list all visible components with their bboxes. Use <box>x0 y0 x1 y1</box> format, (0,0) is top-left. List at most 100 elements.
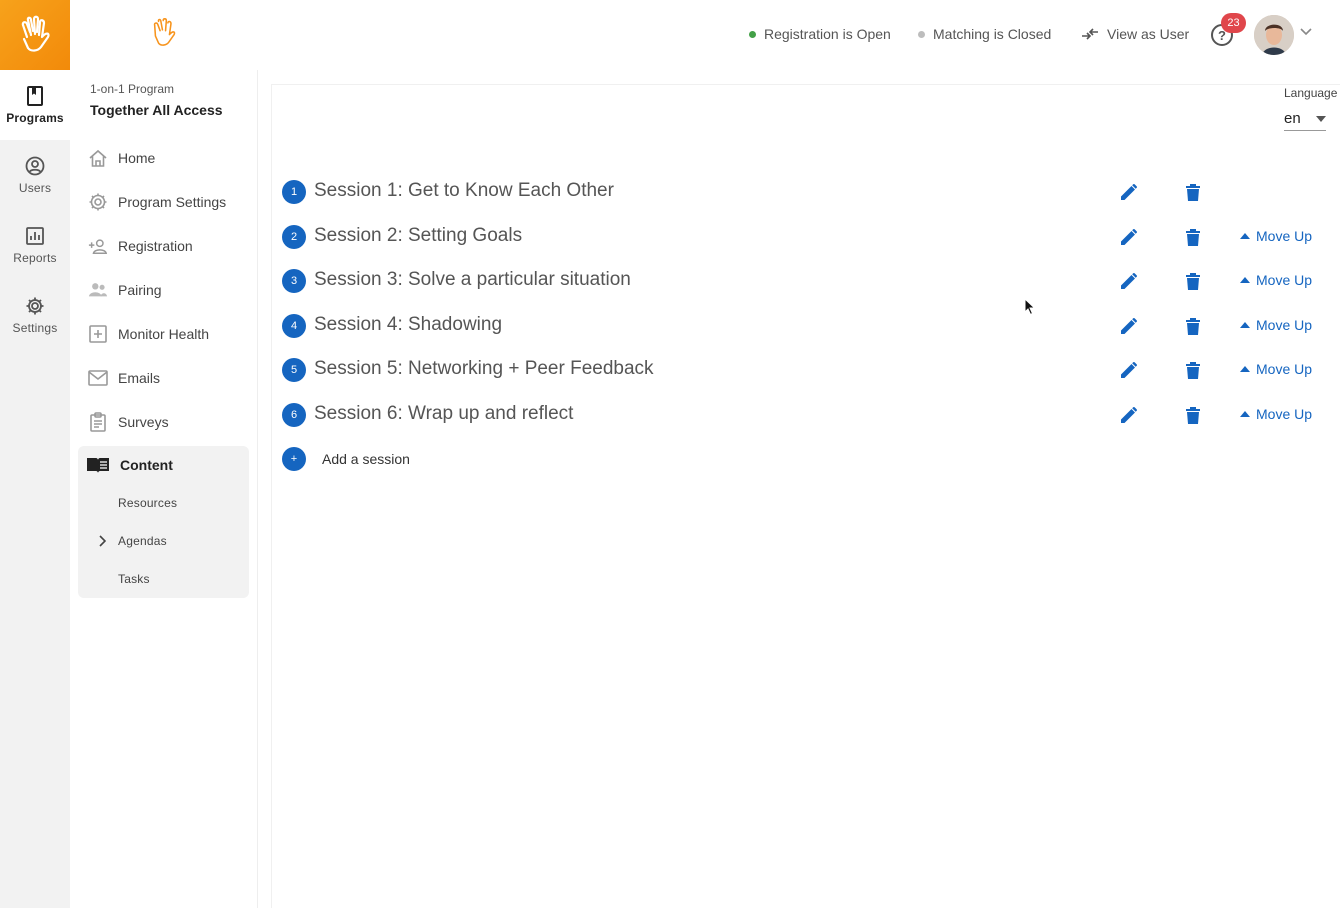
caret-up-icon <box>1240 366 1250 372</box>
move-up-label: Move Up <box>1256 406 1313 422</box>
trash-icon <box>1186 361 1200 379</box>
delete-session-button[interactable] <box>1182 315 1204 337</box>
clipboard-icon <box>90 412 106 432</box>
rail-item-label: Users <box>18 180 52 195</box>
sidebar-item-registration[interactable]: Registration <box>88 234 193 258</box>
caret-up-icon <box>1240 233 1250 239</box>
session-title[interactable]: Session 5: Networking + Peer Feedback <box>314 358 654 380</box>
open-book-icon <box>87 458 109 473</box>
gear-icon <box>26 297 44 314</box>
sidebar-item-content[interactable]: Content <box>86 456 173 474</box>
rail-item-users[interactable]: Users <box>0 140 70 210</box>
sidebar-subitem-tasks[interactable]: Tasks <box>118 572 150 586</box>
session-title[interactable]: Session 1: Get to Know Each Other <box>314 180 614 202</box>
session-row: 5 Session 5: Networking + Peer Feedback … <box>282 357 1322 383</box>
trash-icon <box>1186 228 1200 246</box>
edit-session-button[interactable] <box>1118 315 1140 337</box>
waving-hand-icon <box>21 15 50 52</box>
content-group: Content Resources Agendas Tasks <box>78 446 249 598</box>
add-session-button[interactable]: + Add a session <box>282 447 410 471</box>
language-select[interactable]: en <box>1284 107 1326 131</box>
edit-session-button[interactable] <box>1118 226 1140 248</box>
main-content <box>271 84 1340 908</box>
sidebar-subitem-agendas[interactable]: Agendas <box>118 534 167 548</box>
sidebar-item-surveys[interactable]: Surveys <box>88 410 169 434</box>
sidebar-item-label: Surveys <box>118 414 169 430</box>
move-up-label: Move Up <box>1256 317 1313 333</box>
sidebar-subitem-resources[interactable]: Resources <box>118 496 177 510</box>
rail-item-label: Reports <box>13 250 57 265</box>
bookmark-icon <box>27 85 43 106</box>
registration-status: Registration is Open <box>749 26 891 42</box>
header-logo[interactable] <box>150 17 178 54</box>
move-up-label: Move Up <box>1256 228 1313 244</box>
swap-arrows-icon <box>1082 28 1098 40</box>
trash-icon <box>1186 317 1200 335</box>
rail-item-settings[interactable]: Settings <box>0 280 70 350</box>
session-number-badge: 1 <box>282 180 306 204</box>
delete-session-button[interactable] <box>1182 404 1204 426</box>
matching-status: Matching is Closed <box>918 26 1051 42</box>
sidebar-item-label: Content <box>120 457 173 473</box>
envelope-icon <box>88 370 108 386</box>
edit-session-button[interactable] <box>1118 359 1140 381</box>
session-row: 2 Session 2: Setting Goals Move Up <box>282 224 1322 250</box>
sidebar-item-label: Registration <box>118 238 193 254</box>
sidebar-item-label: Monitor Health <box>118 326 210 342</box>
pencil-icon <box>1121 229 1137 245</box>
sidebar-item-label: Program Settings <box>118 194 227 210</box>
session-number-badge: 3 <box>282 269 306 293</box>
plus-icon: + <box>282 447 306 471</box>
caret-up-icon <box>1240 411 1250 417</box>
move-up-label: Move Up <box>1256 272 1313 288</box>
home-icon <box>89 149 107 167</box>
program-name[interactable]: Together All Access <box>90 102 223 118</box>
trash-icon <box>1186 406 1200 424</box>
session-row: 4 Session 4: Shadowing Move Up <box>282 313 1322 339</box>
move-up-button[interactable]: Move Up <box>1240 272 1312 288</box>
delete-session-button[interactable] <box>1182 359 1204 381</box>
sidebar-item-monitor-health[interactable]: Monitor Health <box>88 322 209 346</box>
edit-session-button[interactable] <box>1118 270 1140 292</box>
sidebar-item-emails[interactable]: Emails <box>88 366 160 390</box>
sidebar-item-home[interactable]: Home <box>88 146 155 170</box>
delete-session-button[interactable] <box>1182 226 1204 248</box>
session-title[interactable]: Session 3: Solve a particular situation <box>314 269 631 291</box>
session-title[interactable]: Session 2: Setting Goals <box>314 225 522 247</box>
language-value: en <box>1284 110 1301 127</box>
session-number-badge: 2 <box>282 225 306 249</box>
status-dot-green <box>749 30 756 38</box>
plus-box-icon <box>89 325 107 343</box>
sidebar-item-pairing[interactable]: Pairing <box>88 278 162 302</box>
caret-down-icon <box>1316 115 1326 122</box>
trash-icon <box>1186 183 1200 201</box>
session-row: 3 Session 3: Solve a particular situatio… <box>282 268 1322 294</box>
move-up-button[interactable]: Move Up <box>1240 228 1312 244</box>
session-title[interactable]: Session 4: Shadowing <box>314 314 502 336</box>
view-as-user-button[interactable]: View as User <box>1081 26 1189 42</box>
caret-up-icon <box>1240 277 1250 283</box>
move-up-button[interactable]: Move Up <box>1240 406 1312 422</box>
pencil-icon <box>1121 362 1137 378</box>
pencil-icon <box>1121 184 1137 200</box>
sidebar-item-program-settings[interactable]: Program Settings <box>88 190 226 214</box>
delete-session-button[interactable] <box>1182 270 1204 292</box>
move-up-button[interactable]: Move Up <box>1240 361 1312 377</box>
rail-item-programs[interactable]: Programs <box>0 70 70 140</box>
brand-logo[interactable] <box>0 0 70 70</box>
edit-session-button[interactable] <box>1118 181 1140 203</box>
delete-session-button[interactable] <box>1182 181 1204 203</box>
bar-chart-icon <box>26 226 44 245</box>
rail-item-reports[interactable]: Reports <box>0 210 70 280</box>
chevron-right-icon[interactable] <box>98 535 106 547</box>
program-type: 1-on-1 Program <box>90 82 175 96</box>
chevron-down-icon[interactable] <box>1300 28 1312 36</box>
move-up-button[interactable]: Move Up <box>1240 317 1312 333</box>
trash-icon <box>1186 272 1200 290</box>
session-title[interactable]: Session 6: Wrap up and reflect <box>314 403 573 425</box>
people-icon <box>88 283 108 297</box>
avatar[interactable] <box>1254 15 1294 55</box>
edit-session-button[interactable] <box>1118 404 1140 426</box>
user-photo <box>1254 15 1294 55</box>
pencil-icon <box>1121 318 1137 334</box>
